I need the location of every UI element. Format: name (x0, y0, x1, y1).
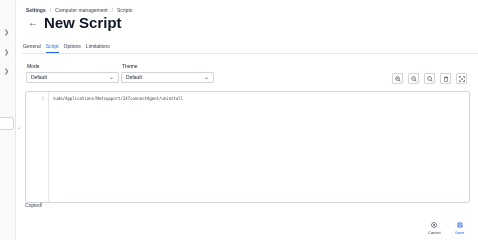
fullscreen-button[interactable] (456, 73, 467, 84)
page-title: New Script (44, 15, 122, 32)
arrow-left-icon[interactable]: ← (28, 18, 38, 29)
search-button[interactable] (424, 73, 435, 84)
zoom-in-icon (394, 75, 401, 82)
zoom-out-icon (410, 75, 417, 82)
breadcrumb-separator: / (111, 8, 114, 14)
cancel-icon (431, 222, 437, 228)
sidebar-toggle[interactable] (0, 117, 14, 130)
chevron-right-icon[interactable]: ❯ (4, 50, 9, 56)
mode-select-value: Default (31, 74, 47, 81)
tab-general[interactable]: General (23, 44, 41, 53)
save-icon (457, 222, 462, 228)
mode-select[interactable]: Default ⌄ (26, 72, 119, 83)
mode-label: Mode (27, 64, 40, 70)
tab-script[interactable]: Script (45, 44, 59, 53)
tab-options[interactable]: Options (64, 44, 81, 53)
breadcrumb-item-scripts[interactable]: Scripts (117, 8, 132, 14)
breadcrumb-item-computer-management[interactable]: Computer management (55, 8, 108, 14)
left-sidebar: ❯ ❯ ❯ (0, 0, 16, 240)
editor-gutter: 1 (26, 92, 49, 202)
save-button[interactable]: Save (455, 222, 464, 235)
drag-handle-icon[interactable]: ·· (17, 125, 21, 132)
tab-bar: General Script Options Limitations (23, 44, 110, 53)
theme-select[interactable]: Default ⌄ (121, 72, 214, 83)
tabs-divider (22, 53, 478, 54)
chevron-down-icon: ⌄ (203, 75, 209, 81)
line-number: 1 (41, 96, 44, 101)
copied-status: Copied! (25, 203, 43, 209)
chevron-right-icon[interactable]: ❯ (4, 30, 9, 36)
chevron-right-icon[interactable]: ❯ (4, 69, 9, 75)
fullscreen-icon (458, 75, 465, 82)
search-icon (426, 75, 433, 82)
cancel-button[interactable]: Cancel (428, 222, 440, 235)
cancel-label: Cancel (428, 230, 441, 235)
tab-limitations[interactable]: Limitations (86, 44, 110, 53)
breadcrumb: Settings / Computer management / Scripts (26, 8, 132, 14)
delete-icon (443, 75, 448, 82)
zoom-out-button[interactable] (408, 73, 419, 84)
theme-select-value: Default (126, 74, 142, 81)
zoom-in-button[interactable] (392, 73, 403, 84)
theme-label: Theme (122, 64, 138, 70)
breadcrumb-separator: / (49, 8, 52, 14)
delete-button[interactable] (440, 73, 451, 84)
code-line[interactable]: sudo/Applications/Netsupport/247connectA… (53, 96, 183, 101)
breadcrumb-item-settings[interactable]: Settings (26, 8, 46, 14)
code-editor[interactable]: 1 sudo/Applications/Netsupport/247connec… (25, 91, 470, 203)
save-label: Save (455, 230, 465, 235)
chevron-down-icon: ⌄ (108, 75, 114, 81)
